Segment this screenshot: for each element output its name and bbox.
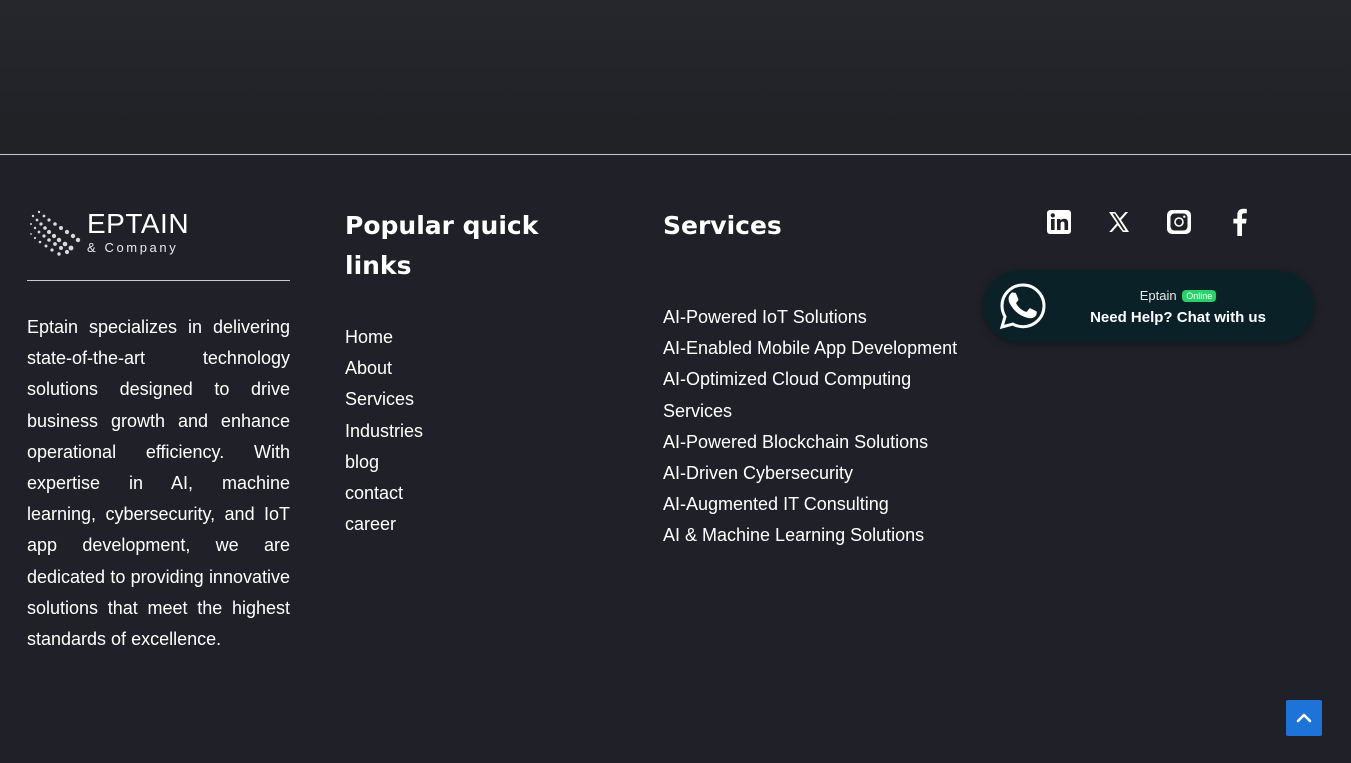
services-column: Services AI-Powered IoT Solutions AI-Ena… (663, 206, 963, 552)
footer-brand-column: EPTAIN & Company Eptain specializes in d… (27, 204, 290, 655)
services-heading: Services (663, 211, 782, 240)
scroll-to-top-button[interactable] (1286, 700, 1322, 736)
service-link-cybersecurity[interactable]: AI-Driven Cybersecurity (663, 458, 963, 489)
service-link-mobile-app[interactable]: AI-Enabled Mobile App Development (663, 333, 963, 364)
chat-cta-text: Need Help? Chat with us (1090, 309, 1266, 326)
quick-links-column: Popular quick links Home About Services … (345, 206, 605, 540)
x-twitter-icon[interactable] (1104, 207, 1134, 237)
service-link-iot[interactable]: AI-Powered IoT Solutions (663, 302, 963, 333)
social-links (1044, 207, 1254, 237)
whatsapp-chat-widget[interactable]: Eptain Online Need Help? Chat with us (983, 270, 1314, 342)
facebook-icon[interactable] (1224, 207, 1254, 237)
instagram-icon[interactable] (1164, 207, 1194, 237)
quick-links-heading: Popular quick links (345, 211, 539, 280)
service-link-blockchain[interactable]: AI-Powered Blockchain Solutions (663, 427, 963, 458)
linkedin-icon[interactable] (1044, 207, 1074, 237)
company-logo[interactable]: EPTAIN & Company (27, 204, 290, 260)
chat-text: Eptain Online Need Help? Chat with us (1063, 288, 1293, 326)
section-divider (0, 154, 1351, 155)
brand-divider (27, 280, 290, 281)
logo-wordmark: EPTAIN & Company (87, 208, 190, 255)
quick-link-about[interactable]: About (345, 353, 605, 384)
chat-agent-name: Eptain (1139, 288, 1177, 303)
quick-link-industries[interactable]: Industries (345, 416, 605, 447)
service-link-cloud[interactable]: AI-Optimized Cloud Computing Services (663, 364, 963, 426)
services-list: AI-Powered IoT Solutions AI-Enabled Mobi… (663, 302, 963, 552)
online-status-badge: Online (1182, 290, 1217, 302)
top-section (0, 0, 1351, 154)
quick-link-services[interactable]: Services (345, 384, 605, 415)
company-description: Eptain specializes in delivering state-o… (27, 317, 290, 650)
quick-link-career[interactable]: career (345, 509, 605, 540)
quick-link-home[interactable]: Home (345, 322, 605, 353)
logo-subtitle: & Company (87, 240, 179, 255)
chat-name-row: Eptain Online (1063, 288, 1293, 304)
logo-mark-icon (30, 210, 81, 256)
service-link-it-consulting[interactable]: AI-Augmented IT Consulting (663, 489, 963, 520)
service-link-ml[interactable]: AI & Machine Learning Solutions (663, 520, 963, 551)
logo-name: EPTAIN (87, 208, 190, 239)
quick-link-contact[interactable]: contact (345, 478, 605, 509)
whatsapp-icon (999, 283, 1046, 330)
chevron-up-icon (1296, 713, 1312, 723)
quick-links-list: Home About Services Industries blog cont… (345, 322, 605, 540)
quick-link-blog[interactable]: blog (345, 447, 605, 478)
